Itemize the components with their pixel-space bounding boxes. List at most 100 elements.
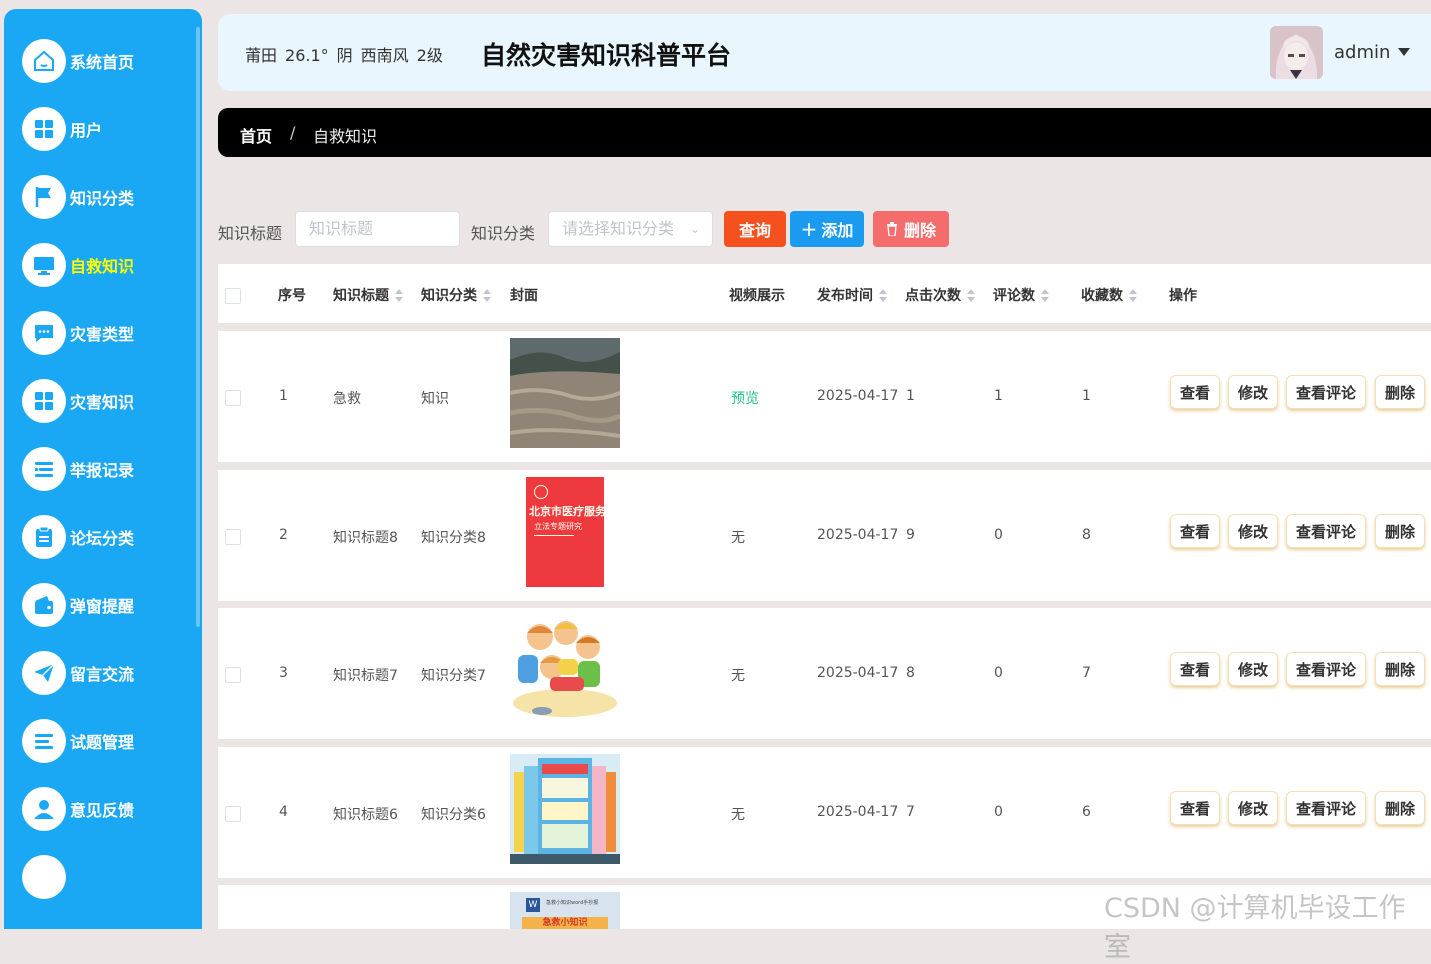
sidebar-item-forum-category[interactable]: 论坛分类: [22, 513, 134, 561]
row-delete-button[interactable]: 删除: [1375, 514, 1425, 548]
view-button[interactable]: 查看: [1170, 791, 1220, 825]
sidebar-item-disaster-type[interactable]: 灾害类型: [22, 309, 134, 357]
cover-image-word-doc[interactable]: W 急救小知识word手抄报 急救小知识: [510, 892, 620, 929]
sidebar-item-self-rescue[interactable]: 自救知识: [22, 241, 134, 289]
view-button[interactable]: 查看: [1170, 652, 1220, 686]
table-row: 1 急救 知识 预览 2025-04-17 1 1 1 查看 修改 查看评论 删…: [218, 331, 1431, 462]
avatar[interactable]: [1270, 26, 1323, 79]
row-delete-button[interactable]: 删除: [1375, 791, 1425, 825]
edit-button[interactable]: 修改: [1228, 375, 1278, 409]
sidebar-item-label: 意见反馈: [70, 801, 135, 820]
cell-category: 知识分类7: [421, 668, 486, 684]
view-comments-button[interactable]: 查看评论: [1286, 514, 1366, 548]
sort-icon[interactable]: [1129, 289, 1137, 303]
view-button[interactable]: 查看: [1170, 514, 1220, 548]
cell-clicks: 7: [906, 804, 915, 820]
cover-image-cartoon[interactable]: [510, 615, 620, 725]
sidebar-item-users[interactable]: 用户: [22, 105, 102, 153]
add-button[interactable]: + 添加: [790, 211, 864, 247]
query-button[interactable]: 查询: [724, 211, 786, 247]
header-comments-label: 评论数: [993, 288, 1035, 304]
send-icon: [22, 651, 66, 695]
weather-wind: 西南风: [360, 46, 409, 65]
view-button[interactable]: 查看: [1170, 375, 1220, 409]
select-all-checkbox[interactable]: [225, 288, 241, 304]
sort-icon[interactable]: [1041, 289, 1049, 303]
list-icon: [22, 447, 66, 491]
sort-icon[interactable]: [483, 289, 491, 303]
category-select[interactable]: 请选择知识分类 ⌄: [548, 211, 713, 247]
breadcrumb-current: 自救知识: [313, 127, 378, 146]
sidebar-item-more[interactable]: [22, 853, 66, 901]
sidebar-item-label: 自救知识: [70, 257, 135, 276]
cell-title: 知识标题8: [333, 530, 398, 546]
cell-video: 无: [731, 530, 745, 546]
row-checkbox[interactable]: [225, 529, 241, 545]
edit-button[interactable]: 修改: [1228, 514, 1278, 548]
header-category-label: 知识分类: [421, 288, 477, 304]
sidebar: 系统首页 用户 知识分类 自救知识 灾害类型 灾害知识 举报记录 论坛分类 弹窗…: [4, 9, 202, 929]
header-category[interactable]: 知识分类: [421, 285, 491, 305]
edit-button[interactable]: 修改: [1228, 652, 1278, 686]
edit-button[interactable]: 修改: [1228, 791, 1278, 825]
grid-icon: [22, 379, 66, 423]
row-checkbox[interactable]: [225, 806, 241, 822]
sidebar-item-messages[interactable]: 留言交流: [22, 649, 134, 697]
add-button-label: 添加: [821, 221, 854, 240]
sidebar-item-label: 灾害知识: [70, 393, 135, 412]
caret-down-icon[interactable]: [1398, 48, 1410, 56]
sidebar-item-label: 论坛分类: [70, 529, 135, 548]
view-comments-button[interactable]: 查看评论: [1286, 375, 1366, 409]
sort-icon[interactable]: [967, 289, 975, 303]
header-title[interactable]: 知识标题: [333, 285, 403, 305]
home-icon: [22, 39, 66, 83]
header-favorites[interactable]: 收藏数: [1081, 285, 1137, 305]
view-comments-button[interactable]: 查看评论: [1286, 652, 1366, 686]
header-video: 视频展示: [729, 288, 785, 304]
header-ops: 操作: [1169, 288, 1197, 304]
weather-city: 莆田: [245, 46, 278, 65]
sort-icon[interactable]: [395, 289, 403, 303]
sidebar-item-home[interactable]: 系统首页: [22, 37, 134, 85]
sort-icon[interactable]: [879, 289, 887, 303]
cover-image-book[interactable]: 北京市医疗服务 立法专题研究: [510, 477, 620, 587]
lines-icon: [22, 719, 66, 763]
cell-video: 无: [731, 668, 745, 684]
cell-index: 3: [279, 665, 288, 681]
cover-image-posters[interactable]: [510, 754, 620, 864]
cell-comments: 0: [994, 527, 1003, 543]
sidebar-item-knowledge-category[interactable]: 知识分类: [22, 173, 134, 221]
sidebar-item-feedback[interactable]: 意见反馈: [22, 785, 134, 833]
query-button-label: 查询: [738, 221, 771, 240]
sidebar-item-popup[interactable]: 弹窗提醒: [22, 581, 134, 629]
cover-image-flood[interactable]: [510, 338, 620, 448]
weather-info: 莆田 26.1° 阴西南风 2级: [245, 42, 451, 66]
header-title-label: 知识标题: [333, 288, 389, 304]
table-header: 序号 知识标题 知识分类 封面 视频展示 发布时间 点击次数 评论数 收藏数 操…: [218, 264, 1431, 323]
admin-username[interactable]: admin: [1334, 42, 1390, 63]
weather-condition: 阴: [336, 46, 353, 65]
video-preview-link[interactable]: 预览: [731, 388, 759, 408]
breadcrumb-home[interactable]: 首页: [240, 123, 272, 147]
sidebar-item-disaster-knowledge[interactable]: 灾害知识: [22, 377, 134, 425]
sidebar-item-reports[interactable]: 举报记录: [22, 445, 134, 493]
delete-button[interactable]: 删除: [873, 211, 949, 247]
view-comments-button[interactable]: 查看评论: [1286, 791, 1366, 825]
doc-banner: 急救小知识: [522, 917, 608, 929]
sidebar-scrollbar[interactable]: [196, 27, 200, 627]
sidebar-item-exams[interactable]: 试题管理: [22, 717, 134, 765]
row-checkbox[interactable]: [225, 667, 241, 683]
breadcrumb-separator: /: [290, 123, 296, 142]
cell-title: 知识标题7: [333, 668, 398, 684]
title-search-input[interactable]: 知识标题: [295, 211, 460, 247]
cell-time: 2025-04-17: [817, 388, 899, 404]
header-comments[interactable]: 评论数: [993, 285, 1049, 305]
header-clicks[interactable]: 点击次数: [905, 285, 975, 305]
row-checkbox[interactable]: [225, 390, 241, 406]
header-time[interactable]: 发布时间: [817, 285, 887, 305]
row-delete-button[interactable]: 删除: [1375, 375, 1425, 409]
row-delete-button[interactable]: 删除: [1375, 652, 1425, 686]
monitor-icon: [22, 243, 66, 287]
weather-temp: 26.1°: [285, 46, 329, 65]
site-title: 自然灾害知识科普平台: [481, 41, 732, 70]
